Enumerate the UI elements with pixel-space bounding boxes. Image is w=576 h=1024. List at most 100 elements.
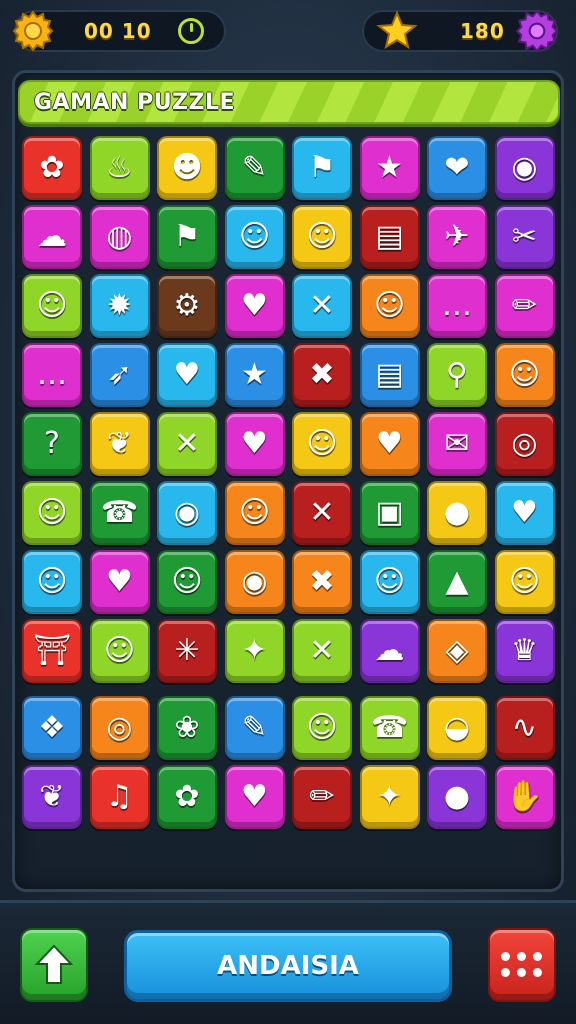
puzzle-tile[interactable]: ☺ xyxy=(224,205,285,269)
puzzle-tile[interactable]: ★ xyxy=(359,136,420,200)
puzzle-tile[interactable]: ☎ xyxy=(89,481,150,545)
balloon-icon: ● xyxy=(443,495,471,530)
puzzle-tile[interactable]: ◍ xyxy=(89,205,150,269)
dice-pip xyxy=(533,968,542,977)
ghost-icon: ☁ xyxy=(37,219,67,254)
puzzle-tile[interactable]: ♥ xyxy=(224,765,285,829)
berry-heart-icon: ♥ xyxy=(173,357,201,392)
puzzle-tile[interactable]: … xyxy=(427,274,487,338)
puzzle-tile[interactable]: ❦ xyxy=(22,765,82,829)
puzzle-tile[interactable]: ✕ xyxy=(157,412,217,476)
puzzle-tile[interactable]: ☺ xyxy=(89,619,150,683)
puzzle-tile[interactable]: ✦ xyxy=(359,765,420,829)
puzzle-tile[interactable]: ✉ xyxy=(427,412,487,476)
puzzle-tile[interactable]: … xyxy=(22,343,82,407)
puzzle-tile[interactable]: ✏ xyxy=(494,274,555,338)
puzzle-tile[interactable]: ✂ xyxy=(494,205,555,269)
puzzle-tile[interactable]: ● xyxy=(427,481,487,545)
puzzle-tile[interactable]: ☺ xyxy=(224,481,285,545)
puzzle-tile[interactable]: ✳ xyxy=(157,619,217,683)
puzzle-tile[interactable]: ▤ xyxy=(359,205,420,269)
puzzle-tile[interactable]: ☺ xyxy=(292,205,352,269)
puzzle-tile[interactable]: ⚑ xyxy=(157,205,217,269)
puzzle-tile[interactable]: ☺ xyxy=(494,550,555,614)
puzzle-tile[interactable]: ✦ xyxy=(224,619,285,683)
puzzle-tile[interactable]: ♥ xyxy=(359,412,420,476)
puzzle-tile[interactable]: ☺ xyxy=(292,696,352,760)
puzzle-tile[interactable]: ♥ xyxy=(224,274,285,338)
puzzle-tile[interactable]: ♫ xyxy=(89,765,150,829)
puzzle-tile[interactable]: ☎ xyxy=(359,696,420,760)
puzzle-tile[interactable]: ★ xyxy=(224,343,285,407)
puzzle-tile[interactable]: ◉ xyxy=(157,481,217,545)
puzzle-tile[interactable]: ∿ xyxy=(494,696,555,760)
puzzle-tile[interactable]: ✏ xyxy=(292,765,352,829)
puzzle-tile[interactable]: ? xyxy=(22,412,82,476)
puzzle-tile[interactable]: ☺ xyxy=(292,412,352,476)
puzzle-tile[interactable]: ♥ xyxy=(157,343,217,407)
puzzle-tile[interactable]: ♛ xyxy=(494,619,555,683)
puzzle-tile[interactable]: ◒ xyxy=(427,696,487,760)
puzzle-tile[interactable]: ❀ xyxy=(157,696,217,760)
puzzle-tile[interactable]: ▣ xyxy=(359,481,420,545)
puzzle-tile[interactable]: ☺ xyxy=(22,481,82,545)
pencil-icon: ✏ xyxy=(309,779,335,814)
dice-button[interactable] xyxy=(488,928,556,1002)
puzzle-tile[interactable]: ✿ xyxy=(157,765,217,829)
puzzle-tile[interactable]: ✹ xyxy=(89,274,150,338)
puzzle-tile[interactable]: ✕ xyxy=(292,274,352,338)
puzzle-tile[interactable]: ☺ xyxy=(359,274,420,338)
puzzle-tile[interactable]: ◉ xyxy=(224,550,285,614)
puzzle-tile[interactable]: ◉ xyxy=(494,136,555,200)
puzzle-tile[interactable]: ⚲ xyxy=(427,343,487,407)
puzzle-tile[interactable]: ✋ xyxy=(494,765,555,829)
puzzle-tile[interactable]: ☺ xyxy=(157,550,217,614)
puzzle-tile[interactable]: ☺ xyxy=(494,343,555,407)
cross-icon: ✖ xyxy=(309,564,335,599)
puzzle-tile[interactable]: ♥ xyxy=(89,550,150,614)
ribbon-icon: ∿ xyxy=(511,710,538,745)
puzzle-tile[interactable]: ⛩ xyxy=(22,619,82,683)
puzzle-tile[interactable]: ♥ xyxy=(494,481,555,545)
puzzle-tile[interactable]: ◈ xyxy=(427,619,487,683)
puzzle-tile[interactable]: ✕ xyxy=(292,481,352,545)
books-icon: ▤ xyxy=(375,357,404,392)
puzzle-tile[interactable]: ♨ xyxy=(89,136,150,200)
puzzle-tile[interactable]: ☺ xyxy=(359,550,420,614)
speech-bubble-icon: … xyxy=(37,357,67,392)
puzzle-tile[interactable]: ❦ xyxy=(89,412,150,476)
puzzle-tile[interactable]: ▲ xyxy=(427,550,487,614)
puzzle-tile[interactable]: ⚑ xyxy=(292,136,352,200)
puzzle-tile[interactable]: ✎ xyxy=(224,696,285,760)
arrow-up-button[interactable] xyxy=(20,928,88,1002)
puzzle-tile[interactable]: ⚙ xyxy=(157,274,217,338)
puzzle-tile[interactable]: ❤ xyxy=(427,136,487,200)
puzzle-tile[interactable]: ✿ xyxy=(22,136,82,200)
puzzle-tile[interactable]: ☺ xyxy=(22,274,82,338)
puzzle-tile[interactable]: ● xyxy=(427,765,487,829)
puzzle-tile[interactable]: ❖ xyxy=(22,696,82,760)
puzzle-tile[interactable]: ✈ xyxy=(427,205,487,269)
main-action-button[interactable]: ANDAISIA xyxy=(124,930,452,1002)
puzzle-tile[interactable]: ◎ xyxy=(494,412,555,476)
puzzle-tile[interactable]: ☺ xyxy=(22,550,82,614)
puzzle-tile[interactable]: ✖ xyxy=(292,550,352,614)
puzzle-tile[interactable]: ✕ xyxy=(292,619,352,683)
puzzle-tile[interactable]: ☻ xyxy=(157,136,217,200)
purple-gear-icon[interactable] xyxy=(512,6,562,56)
puzzle-tile[interactable]: ♥ xyxy=(224,412,285,476)
right-score: 180 xyxy=(460,19,505,43)
puzzle-tile[interactable]: ☁ xyxy=(22,205,82,269)
puzzle-tile[interactable]: ☁ xyxy=(359,619,420,683)
puzzle-tile[interactable]: ▤ xyxy=(359,343,420,407)
timer-icon xyxy=(178,18,204,44)
puzzle-tile[interactable]: ✖ xyxy=(292,343,352,407)
top-bar: 00 10 180 xyxy=(0,0,576,62)
palette-icon: ❀ xyxy=(174,710,200,745)
eye-icon: ◉ xyxy=(241,564,268,599)
puzzle-tile[interactable]: ➶ xyxy=(89,343,150,407)
smile-face-icon: ☺ xyxy=(171,564,203,599)
puzzle-tile[interactable]: ◎ xyxy=(89,696,150,760)
dice-pip xyxy=(517,952,526,961)
puzzle-tile[interactable]: ✎ xyxy=(224,136,285,200)
